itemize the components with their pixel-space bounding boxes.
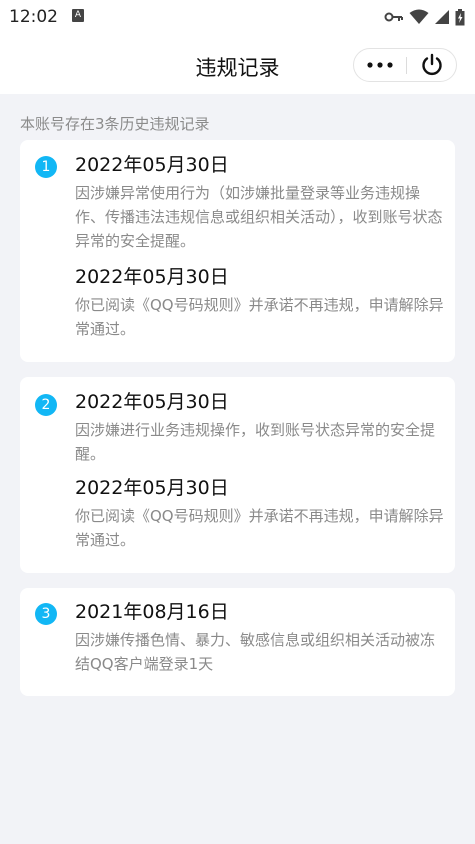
record-date: 2022年05月30日 [75,391,229,413]
record-summary: 本账号存在3条历史违规记录 [20,115,210,133]
record-entry: 2022年05月30日 因涉嫌进行业务违规操作，收到账号状态异常的安全提醒。 [75,389,445,466]
record-number-badge: 2 [35,394,57,416]
record-date: 2022年05月30日 [75,266,229,288]
notification-a-icon: A [72,9,84,22]
power-icon [422,53,442,76]
record-card-2: 2 2022年05月30日 因涉嫌进行业务违规操作，收到账号状态异常的安全提醒。… [20,377,455,573]
status-time: 12:02 [9,7,58,27]
record-entry: 2022年05月30日 你已阅读《QQ号码规则》并承诺不再违规，申请解除异常通过… [75,264,445,341]
record-date: 2021年08月16日 [75,601,229,623]
key-icon [384,12,403,22]
record-entry: 2022年05月30日 你已阅读《QQ号码规则》并承诺不再违规，申请解除异常通过… [75,475,445,552]
record-date: 2022年05月30日 [75,154,229,176]
more-button[interactable] [354,49,406,81]
record-entry: 2022年05月30日 因涉嫌异常使用行为（如涉嫌批量登录等业务违规操作、传播违… [75,152,445,253]
record-description: 因涉嫌异常使用行为（如涉嫌批量登录等业务违规操作、传播违法违规信息或组织相关活动… [75,184,443,250]
record-card-3: 3 2021年08月16日 因涉嫌传播色情、暴力、敏感信息或组织相关活动被冻结Q… [20,588,455,696]
menu-capsule [353,48,457,82]
wifi-icon [409,9,429,24]
status-bar: 12:02 A [0,0,475,34]
battery-icon [455,8,465,25]
nav-bar: 违规记录 [0,34,475,94]
record-date: 2022年05月30日 [75,477,229,499]
record-description: 你已阅读《QQ号码规则》并承诺不再违规，申请解除异常通过。 [75,507,444,549]
record-description: 你已阅读《QQ号码规则》并承诺不再违规，申请解除异常通过。 [75,296,444,338]
record-entry: 2021年08月16日 因涉嫌传播色情、暴力、敏感信息或组织相关活动被冻结QQ客… [75,599,445,676]
record-number-badge: 3 [35,603,57,625]
more-icon [367,62,393,68]
record-description: 因涉嫌进行业务违规操作，收到账号状态异常的安全提醒。 [75,421,436,463]
record-number-badge: 1 [35,156,57,178]
signal-icon [435,10,449,24]
record-card-1: 1 2022年05月30日 因涉嫌异常使用行为（如涉嫌批量登录等业务违规操作、传… [20,140,455,362]
close-button[interactable] [407,49,457,81]
status-icons [384,8,465,26]
record-description: 因涉嫌传播色情、暴力、敏感信息或组织相关活动被冻结QQ客户端登录1天 [75,631,436,673]
